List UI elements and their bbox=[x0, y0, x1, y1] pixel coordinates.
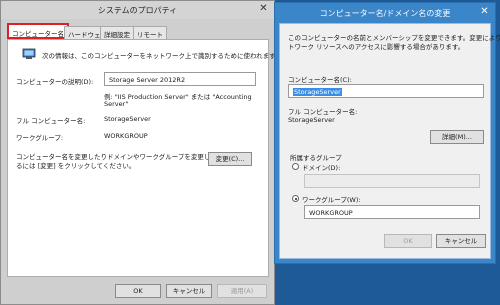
computer-name-panel: 次の情報は、このコンピューターをネットワーク上で識別するために使われます。 コン… bbox=[7, 39, 282, 277]
cancel-button[interactable]: キャンセル bbox=[436, 234, 486, 248]
ok-button[interactable]: OK bbox=[384, 234, 432, 248]
close-icon[interactable]: ✕ bbox=[478, 6, 491, 19]
full-name-value: StorageServer bbox=[104, 115, 151, 123]
dialog-title: コンピューター名/ドメイン名の変更 bbox=[319, 9, 451, 18]
full-name-value: StorageServer bbox=[288, 116, 335, 124]
example-text-cont: Server" bbox=[104, 100, 129, 108]
workgroup-input[interactable]: WORKGROUP bbox=[304, 205, 480, 219]
tab-advanced[interactable]: 詳細設定 bbox=[100, 26, 134, 39]
ok-button[interactable]: OK bbox=[115, 284, 161, 298]
rename-dialog-window: コンピューター名/ドメイン名の変更 ✕ このコンピューターの名前とメンバーシップ… bbox=[274, 2, 500, 264]
description-input[interactable]: Storage Server 2012R2 bbox=[104, 72, 256, 86]
workgroup-label: ワークグループ: bbox=[16, 134, 64, 142]
intro-text-cont: トワーク リソースへのアクセスに影響する場合があります。 bbox=[288, 43, 465, 51]
intro-text: 次の情報は、このコンピューターをネットワーク上で識別するために使われます。 bbox=[42, 52, 282, 60]
computer-name-label: コンピューター名(C): bbox=[288, 76, 352, 84]
cancel-button[interactable]: キャンセル bbox=[166, 284, 212, 298]
full-name-label: フル コンピューター名: bbox=[16, 117, 86, 125]
member-of-label: 所属するグループ bbox=[290, 154, 342, 162]
window-title: システムのプロパティ bbox=[97, 6, 178, 15]
rename-text-cont: るには [変更] をクリックしてください。 bbox=[16, 162, 136, 170]
domain-radio[interactable] bbox=[292, 163, 299, 170]
domain-input[interactable] bbox=[304, 174, 480, 188]
tab-remote[interactable]: リモート bbox=[133, 26, 167, 39]
title-bar[interactable]: システムのプロパティ ✕ bbox=[1, 1, 274, 19]
description-label: コンピューターの説明(D): bbox=[16, 78, 94, 86]
computer-icon bbox=[22, 48, 36, 59]
close-icon[interactable]: ✕ bbox=[257, 3, 270, 16]
system-properties-window: システムのプロパティ ✕ コンピューター名 ハードウェア 詳細設定 リモート 次… bbox=[0, 0, 282, 305]
details-button[interactable]: 詳細(M)... bbox=[430, 130, 484, 144]
rename-dialog-body: このコンピューターの名前とメンバーシップを変更できます。変更により、ネッ トワー… bbox=[279, 23, 500, 259]
workgroup-value: WORKGROUP bbox=[104, 132, 148, 140]
workgroup-radio[interactable] bbox=[292, 195, 299, 202]
change-button[interactable]: 変更(C)... bbox=[208, 152, 252, 166]
apply-button[interactable]: 適用(A) bbox=[217, 284, 267, 298]
full-name-label: フル コンピューター名: bbox=[288, 108, 358, 116]
tab-computer-name[interactable]: コンピューター名 bbox=[7, 23, 69, 39]
selected-text: StorageServer bbox=[293, 88, 342, 96]
domain-label: ドメイン(D): bbox=[302, 164, 341, 172]
computer-name-input[interactable]: StorageServer bbox=[288, 84, 484, 98]
workgroup-label: ワークグループ(W): bbox=[302, 196, 361, 204]
